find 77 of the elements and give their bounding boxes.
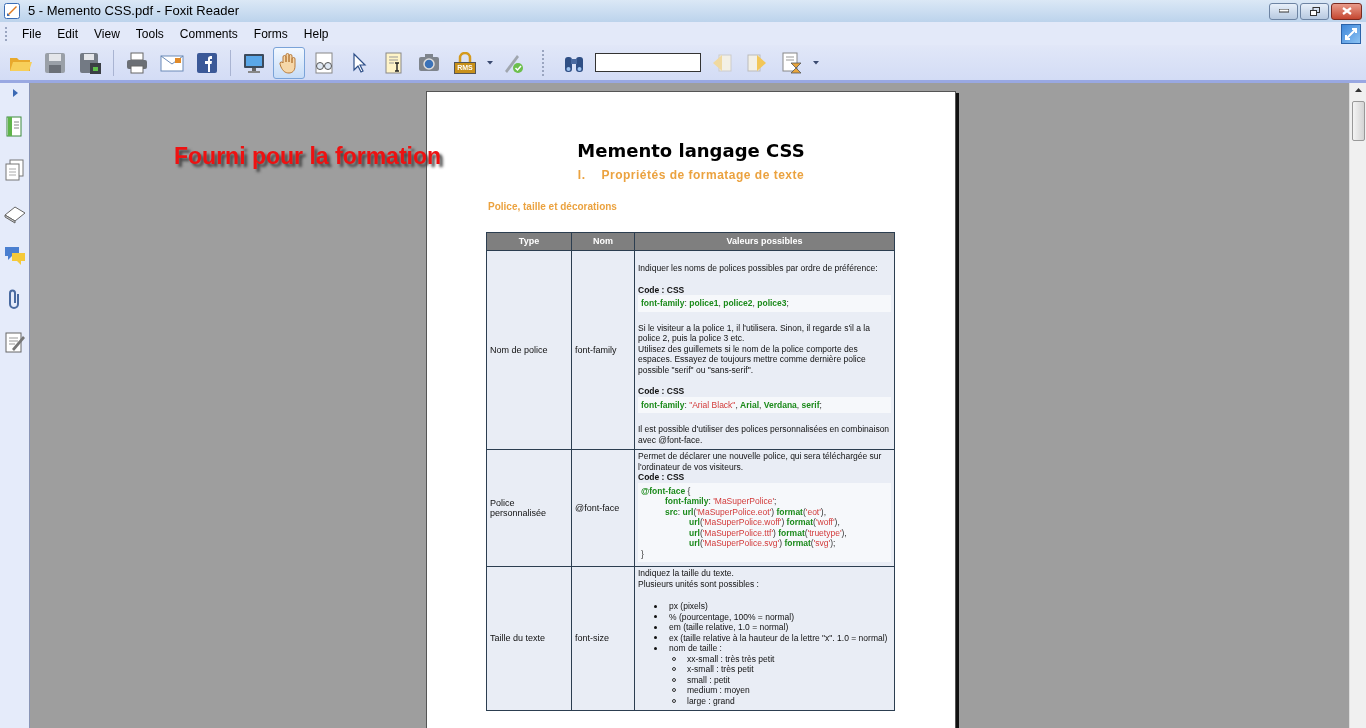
- scrollbar[interactable]: [1349, 83, 1366, 728]
- list-item: nom de taille :: [669, 643, 722, 654]
- code-line: font-family: 'MaSuperPolice';: [664, 496, 778, 507]
- list-item: medium : moyen: [687, 685, 750, 696]
- scroll-up-icon[interactable]: [1354, 88, 1362, 93]
- code-line: font-family: "Arial Black", Arial, Verdana, serif;: [641, 399, 823, 410]
- table-cell: font-family: [572, 251, 635, 449]
- code-line: url('MaSuperPolice.ttf') format('truetype'),: [688, 527, 848, 538]
- column-header: Nom: [572, 233, 635, 250]
- table-text: Indiquez la taille du texte.: [638, 568, 735, 579]
- list-item: small : petit: [687, 674, 730, 685]
- padlock-icon: [456, 51, 474, 64]
- printer-icon: [125, 50, 149, 75]
- code-line: font-family: police1, police2, police3;: [641, 298, 790, 309]
- table-text: Utilisez des guillemets si le nom de la police comporte des espaces. Essayez de toujours mettre comme dernière police possible "serif" ou "sans-serif".: [638, 343, 867, 375]
- table-cell: font-size: [572, 567, 635, 710]
- bullet: [654, 625, 657, 629]
- list-item: ex (taille relative à la hauteur de la lettre "x". 1.0 = normal): [669, 632, 888, 643]
- table-text: Plusieurs unités sont possibles :: [638, 578, 760, 589]
- bullet: [654, 636, 657, 640]
- table-text: Il est possible d'utiliser des polices personnalisées en combinaison avec @font-face.: [638, 424, 891, 445]
- code-line: url('MaSuperPolice.woff') format('woff'),: [688, 517, 841, 528]
- menu-item[interactable]: Edit: [49, 24, 87, 43]
- facebook-icon: [195, 50, 219, 75]
- column-header: Type: [487, 233, 572, 250]
- code-label: Code : CSS: [638, 472, 685, 483]
- code-line: @font-face {: [641, 485, 692, 496]
- floppy-icon: [43, 50, 67, 75]
- expand-panel-icon[interactable]: [10, 88, 19, 98]
- menu-item[interactable]: Help: [295, 24, 337, 43]
- menu-item[interactable]: Forms: [245, 24, 296, 43]
- scroll-thumb[interactable]: [1351, 101, 1365, 141]
- table-cell: Police personnalisée: [487, 450, 572, 566]
- search-field[interactable]: [595, 53, 701, 72]
- table-cell: Taille du texte: [487, 567, 572, 710]
- table-cell: @font-face: [572, 450, 635, 566]
- close-button[interactable]: [1331, 2, 1362, 20]
- bullet: [654, 646, 657, 650]
- menu-item[interactable]: View: [86, 24, 128, 43]
- list-item: px (pixels): [669, 601, 708, 612]
- table-text: Indiquer les noms de polices possibles par ordre de préférence:: [638, 263, 879, 274]
- list-item: % (pourcentage, 100% = normal): [669, 611, 794, 622]
- code-line: src: url('MaSuperPolice.eot') format('eot'),: [664, 506, 828, 517]
- list-item: em (taille relative, 1.0 = normal): [669, 622, 789, 633]
- minimize-icon: [1278, 9, 1289, 13]
- menu-item[interactable]: File: [14, 24, 50, 43]
- close-icon: [1341, 7, 1352, 15]
- subsection-heading: Police, taille et décorations: [488, 200, 618, 214]
- column-header: Valeurs possibles: [725, 235, 804, 249]
- code-line: }: [641, 548, 645, 559]
- menu-item[interactable]: Tools: [127, 24, 172, 43]
- bullet: [654, 604, 657, 608]
- window-title: 5 - Memento CSS.pdf - Foxit Reader: [28, 2, 239, 21]
- caret-icon: [486, 60, 493, 65]
- code-label: Code : CSS: [638, 386, 685, 397]
- restore-icon: [1309, 6, 1320, 16]
- fullscreen-button[interactable]: [1341, 24, 1361, 44]
- code-line: url('MaSuperPolice.svg') format('svg');: [688, 538, 837, 549]
- table-cell: Nom de police: [487, 251, 572, 449]
- expand-icon: [1344, 27, 1358, 41]
- code-label: Code : CSS: [638, 284, 685, 295]
- list-item: x-small : très petit: [687, 664, 754, 675]
- app-icon: [4, 3, 20, 19]
- table-text: Permet de déclarer une nouvelle police, qui sera téléchargée sur l'ordinateur de vos visiteurs.: [638, 451, 883, 472]
- bullet: [654, 615, 657, 619]
- section-heading: Propriétés de formatage de texte: [601, 167, 805, 183]
- reading-glasses-icon: [312, 50, 336, 75]
- list-item: large : grand: [687, 695, 735, 706]
- menu-item[interactable]: Comments: [171, 24, 246, 43]
- restore-button[interactable]: [1300, 2, 1329, 20]
- table-text: Si le visiteur a la police 1, il l'utilisera. Sinon, il regarde s'il a la police 2, puis la police 3 etc.: [638, 322, 871, 344]
- signature-pad-icon[interactable]: [2, 330, 27, 354]
- list-item: xx-small : très très petit: [687, 653, 775, 664]
- section-number: I.: [577, 167, 586, 183]
- caret-icon: [812, 60, 819, 65]
- floppy-icon: [78, 50, 102, 75]
- document-hourglass-icon: [780, 50, 804, 75]
